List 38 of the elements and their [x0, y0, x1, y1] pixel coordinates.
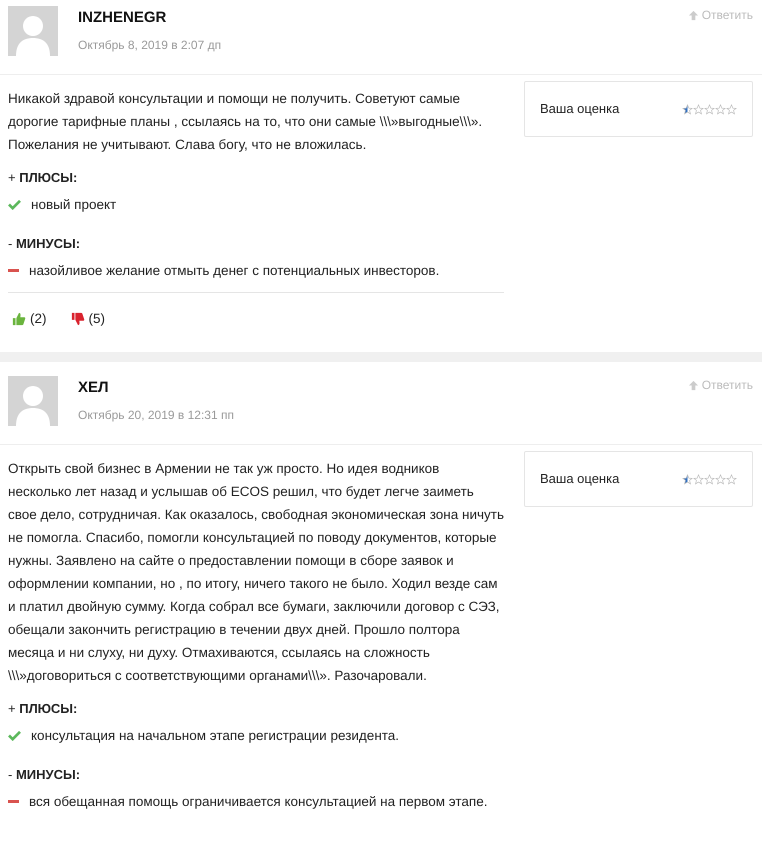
author-name: ХЕЛ — [78, 378, 110, 398]
rating-label: Ваша оценка — [540, 100, 620, 118]
arrow-up-icon — [688, 380, 699, 390]
star-icon[interactable] — [704, 474, 715, 484]
star-icon[interactable] — [726, 474, 737, 484]
like-button[interactable]: (2) — [12, 307, 46, 330]
arrow-up-icon — [688, 10, 699, 20]
star-icon[interactable] — [682, 474, 693, 484]
dislike-button[interactable]: (5) — [70, 307, 105, 330]
star-icon[interactable] — [704, 104, 715, 114]
review-text: Открыть свой бизнес в Армении не так уж просто. Но идея водников несколько лет назад и услышав об ECOS решил, что будет легче заиметь свое дело, сотрудничая. Как оказалось, свободная экономическая зона ничуть не помогла. Спасибо, помогли консультацией по поводу документов, которые нужны. Заявлено на сайте о предоставлении помощи в сборе заявок и оформлении компании, но , по итогу, ничего такого не было. Ходил везде сам и платил двойную сумму. Когда собрал все бумаги, заключили договор с СЭЗ, обещали закончить регистрацию в течении двух дней. Прошло полтора месяца и ни слуху, ни духу. Отмахиваются, ссылаясь на сложность \\\»договориться с соответствующими органами\\\». Разочаровали. — [8, 460, 504, 685]
star-icon[interactable] — [715, 474, 726, 484]
comment-date: Октябрь 20, 2019 в 12:31 пп — [78, 406, 235, 424]
thumbs-up-icon — [12, 312, 26, 326]
cons-item: назойливое желание отмыть денег с потенциальных инвесторов. — [29, 262, 440, 280]
review-text: Никакой здравой консультации и помощи не получить. Советуют самые дорогие тарифные планы , ссылаясь на то, что они самые \\\»выгодные\\\». Пожелания не учитывают. Слава богу, что не вложилась. — [8, 90, 484, 154]
star-icon[interactable] — [693, 474, 704, 484]
check-icon — [8, 730, 21, 741]
pros-item: новый проект — [31, 196, 116, 214]
cons-heading: - МИНУСЫ: — [8, 235, 82, 253]
comment-date: Октябрь 8, 2019 в 2:07 дп — [78, 36, 222, 54]
minus-icon — [8, 800, 19, 803]
star-icon[interactable] — [682, 104, 693, 114]
minus-icon — [8, 269, 19, 272]
avatar-icon — [8, 376, 58, 426]
check-icon — [8, 199, 21, 210]
pros-heading: + ПЛЮСЫ: — [8, 700, 78, 718]
author-name: INZHENEGR — [78, 8, 168, 28]
rating-label: Ваша оценка — [540, 470, 620, 488]
star-icon[interactable] — [693, 104, 704, 114]
cons-item: вся обещанная помощь ограничивается консультацией на первом этапе. — [29, 793, 488, 811]
thumbs-down-icon — [70, 312, 84, 326]
avatar-icon — [8, 6, 58, 56]
star-icon[interactable] — [726, 104, 737, 114]
pros-heading: + ПЛЮСЫ: — [8, 169, 78, 187]
cons-heading: - МИНУСЫ: — [8, 766, 82, 784]
pros-item: консультация на начальном этапе регистрации резидента. — [31, 727, 400, 745]
star-icon[interactable] — [715, 104, 726, 114]
